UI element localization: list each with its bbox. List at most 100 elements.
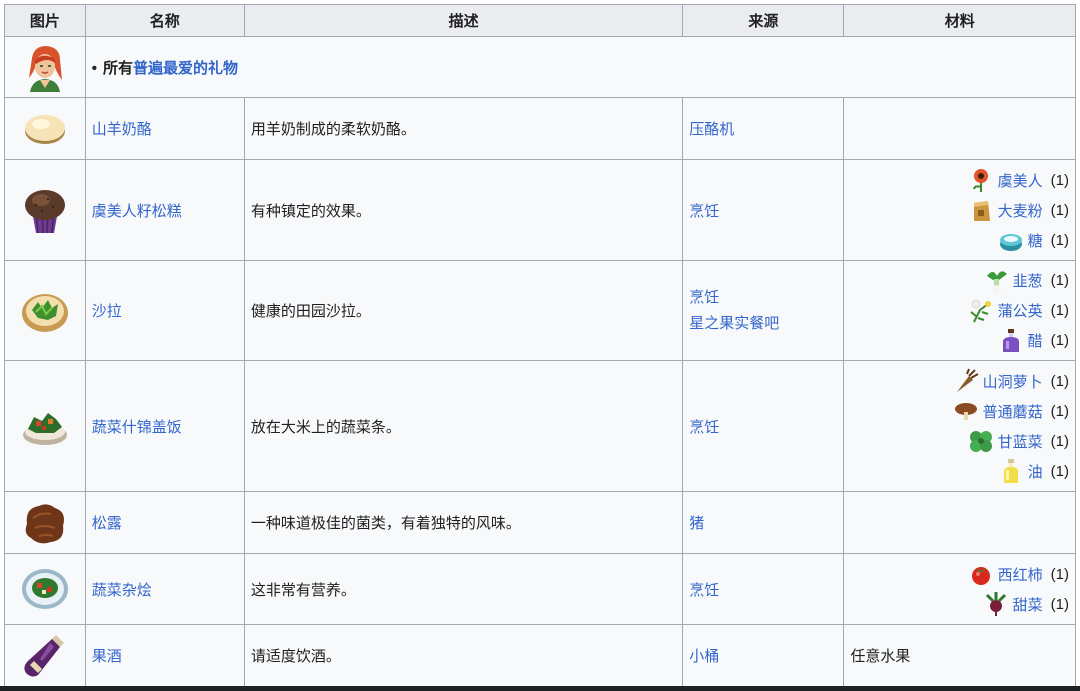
material-item: 甜菜 (1): [850, 589, 1069, 619]
material-count: (1): [1050, 372, 1069, 390]
item-image-cell: [4, 553, 86, 625]
table-row: 果酒 请适度饮酒。 小桶 任意水果: [4, 624, 1076, 687]
material-item: 醋 (1): [850, 326, 1069, 356]
material-count: (1): [1050, 201, 1069, 219]
sugar-icon[interactable]: [998, 227, 1024, 253]
goat-cheese-icon[interactable]: [21, 109, 69, 149]
item-name-cell: 山羊奶酪: [84, 97, 245, 160]
item-description: 这非常有营养。: [243, 553, 684, 625]
item-name-link[interactable]: 沙拉: [92, 303, 122, 320]
villager-portrait-cell: [4, 36, 86, 98]
item-description: 健康的田园沙拉。: [243, 260, 684, 361]
item-description: 用羊奶制成的柔软奶酪。: [243, 97, 684, 160]
salad-icon[interactable]: [20, 288, 70, 334]
leek-icon[interactable]: [983, 268, 1009, 294]
item-materials-cell: 韭葱 (1) 蒲公英 (1) 醋 (1): [843, 260, 1076, 361]
material-count: (1): [1050, 432, 1069, 450]
material-item: 甘蓝菜 (1): [850, 426, 1069, 456]
material-item: 蒲公英 (1): [850, 296, 1069, 326]
source-link[interactable]: 烹饪: [689, 419, 719, 436]
material-count: (1): [1050, 565, 1069, 583]
vegetable-medley-icon[interactable]: [20, 566, 70, 612]
material-link[interactable]: 蒲公英: [998, 300, 1043, 321]
dandelion-icon[interactable]: [968, 298, 994, 324]
item-name-cell: 蔬菜什锦盖饭: [84, 360, 245, 492]
wheat-flour-icon[interactable]: [968, 197, 994, 223]
source-link[interactable]: 压酪机: [689, 121, 734, 138]
leah-portrait-icon[interactable]: [20, 42, 70, 92]
item-name-cell: 果酒: [84, 624, 245, 687]
poppy-icon[interactable]: [968, 167, 994, 193]
item-name-link[interactable]: 山羊奶酪: [92, 121, 152, 138]
villager-gift-prefix: 所有: [103, 59, 134, 77]
table-row: 蔬菜杂烩 这非常有营养。 烹饪 西红柿 (1) 甜菜 (1): [4, 553, 1076, 625]
item-name-cell: 虞美人籽松糕: [84, 159, 245, 261]
item-name-cell: 沙拉: [84, 260, 245, 361]
header-description: 描述: [243, 4, 684, 37]
item-name-link[interactable]: 蔬菜杂烩: [92, 582, 152, 599]
material-item: 油 (1): [850, 456, 1069, 486]
material-link[interactable]: 普通蘑菇: [983, 401, 1043, 422]
item-image-cell: [4, 360, 86, 492]
vegetable-medley-rice-icon[interactable]: [20, 405, 70, 447]
material-item: 大麦粉 (1): [850, 195, 1069, 225]
common-mushroom-icon[interactable]: [953, 398, 979, 424]
item-description: 有种镇定的效果。: [243, 159, 684, 261]
item-source-cell: 烹饪: [682, 360, 845, 492]
source-link[interactable]: 烹饪: [689, 289, 719, 306]
gifts-table: 图片 名称 描述 来源 材料 • 所有普遍最爱的礼物 山羊奶酪 用羊奶制成的柔软…: [4, 4, 1077, 687]
material-item: 普通蘑菇 (1): [850, 396, 1069, 426]
table-row: 山羊奶酪 用羊奶制成的柔软奶酪。 压酪机: [4, 97, 1076, 160]
material-count: (1): [1050, 231, 1069, 249]
item-materials-cell: 虞美人 (1) 大麦粉 (1) 糖 (1): [843, 159, 1076, 261]
material-link[interactable]: 甘蓝菜: [998, 431, 1043, 452]
item-name-link[interactable]: 虞美人籽松糕: [92, 203, 182, 220]
source-link[interactable]: 烹饪: [689, 203, 719, 220]
material-item: 糖 (1): [850, 225, 1069, 255]
poppyseed-muffin-icon[interactable]: [22, 185, 68, 235]
material-link[interactable]: 糖: [1028, 230, 1043, 251]
item-name-link[interactable]: 松露: [92, 515, 122, 532]
cave-carrot-icon[interactable]: [953, 368, 979, 394]
material-item: 西红柿 (1): [850, 559, 1069, 589]
material-link[interactable]: 醋: [1028, 330, 1043, 351]
item-name-link[interactable]: 果酒: [92, 648, 122, 665]
item-image-cell: [4, 260, 86, 361]
material-link[interactable]: 甜菜: [1013, 594, 1043, 615]
header-name: 名称: [84, 4, 245, 37]
vinegar-icon[interactable]: [998, 328, 1024, 354]
beet-icon[interactable]: [983, 591, 1009, 617]
material-item: 韭葱 (1): [850, 266, 1069, 296]
item-materials-cell: [843, 97, 1076, 160]
source-link[interactable]: 猪: [689, 515, 704, 532]
item-image-cell: [4, 159, 86, 261]
material-link[interactable]: 韭葱: [1013, 270, 1043, 291]
item-materials-cell: 任意水果: [843, 624, 1076, 687]
material-link[interactable]: 西红柿: [998, 564, 1043, 585]
item-source-cell: 压酪机: [682, 97, 845, 160]
material-link[interactable]: 虞美人: [998, 170, 1043, 191]
material-link[interactable]: 山洞萝卜: [983, 371, 1043, 392]
bullet-icon: •: [91, 59, 97, 77]
universal-loves-link[interactable]: 普遍最爱的礼物: [133, 60, 238, 77]
tomato-icon[interactable]: [968, 561, 994, 587]
table-row: 虞美人籽松糕 有种镇定的效果。 烹饪 虞美人 (1) 大麦粉 (1) 糖 (1): [4, 159, 1076, 261]
item-name-cell: 蔬菜杂烩: [84, 553, 245, 625]
truffle-icon[interactable]: [21, 500, 69, 546]
item-source-cell: 烹饪 星之果实餐吧: [682, 260, 845, 361]
material-link[interactable]: 油: [1028, 461, 1043, 482]
item-name-cell: 松露: [84, 491, 245, 554]
kale-icon[interactable]: [968, 428, 994, 454]
item-source-cell: 小桶: [682, 624, 845, 687]
wine-icon[interactable]: [20, 631, 70, 681]
source-link[interactable]: 烹饪: [689, 582, 719, 599]
material-count: (1): [1050, 462, 1069, 480]
source-link[interactable]: 星之果实餐吧: [689, 315, 779, 332]
material-link[interactable]: 大麦粉: [998, 200, 1043, 221]
table-row: 沙拉 健康的田园沙拉。 烹饪 星之果实餐吧 韭葱 (1) 蒲公英 (1) 醋 (…: [4, 260, 1076, 361]
villager-gift-summary: • 所有普遍最爱的礼物: [84, 36, 1077, 98]
oil-icon[interactable]: [998, 458, 1024, 484]
item-name-link[interactable]: 蔬菜什锦盖饭: [92, 419, 182, 436]
source-link[interactable]: 小桶: [689, 648, 719, 665]
item-source-cell: 烹饪: [682, 159, 845, 261]
